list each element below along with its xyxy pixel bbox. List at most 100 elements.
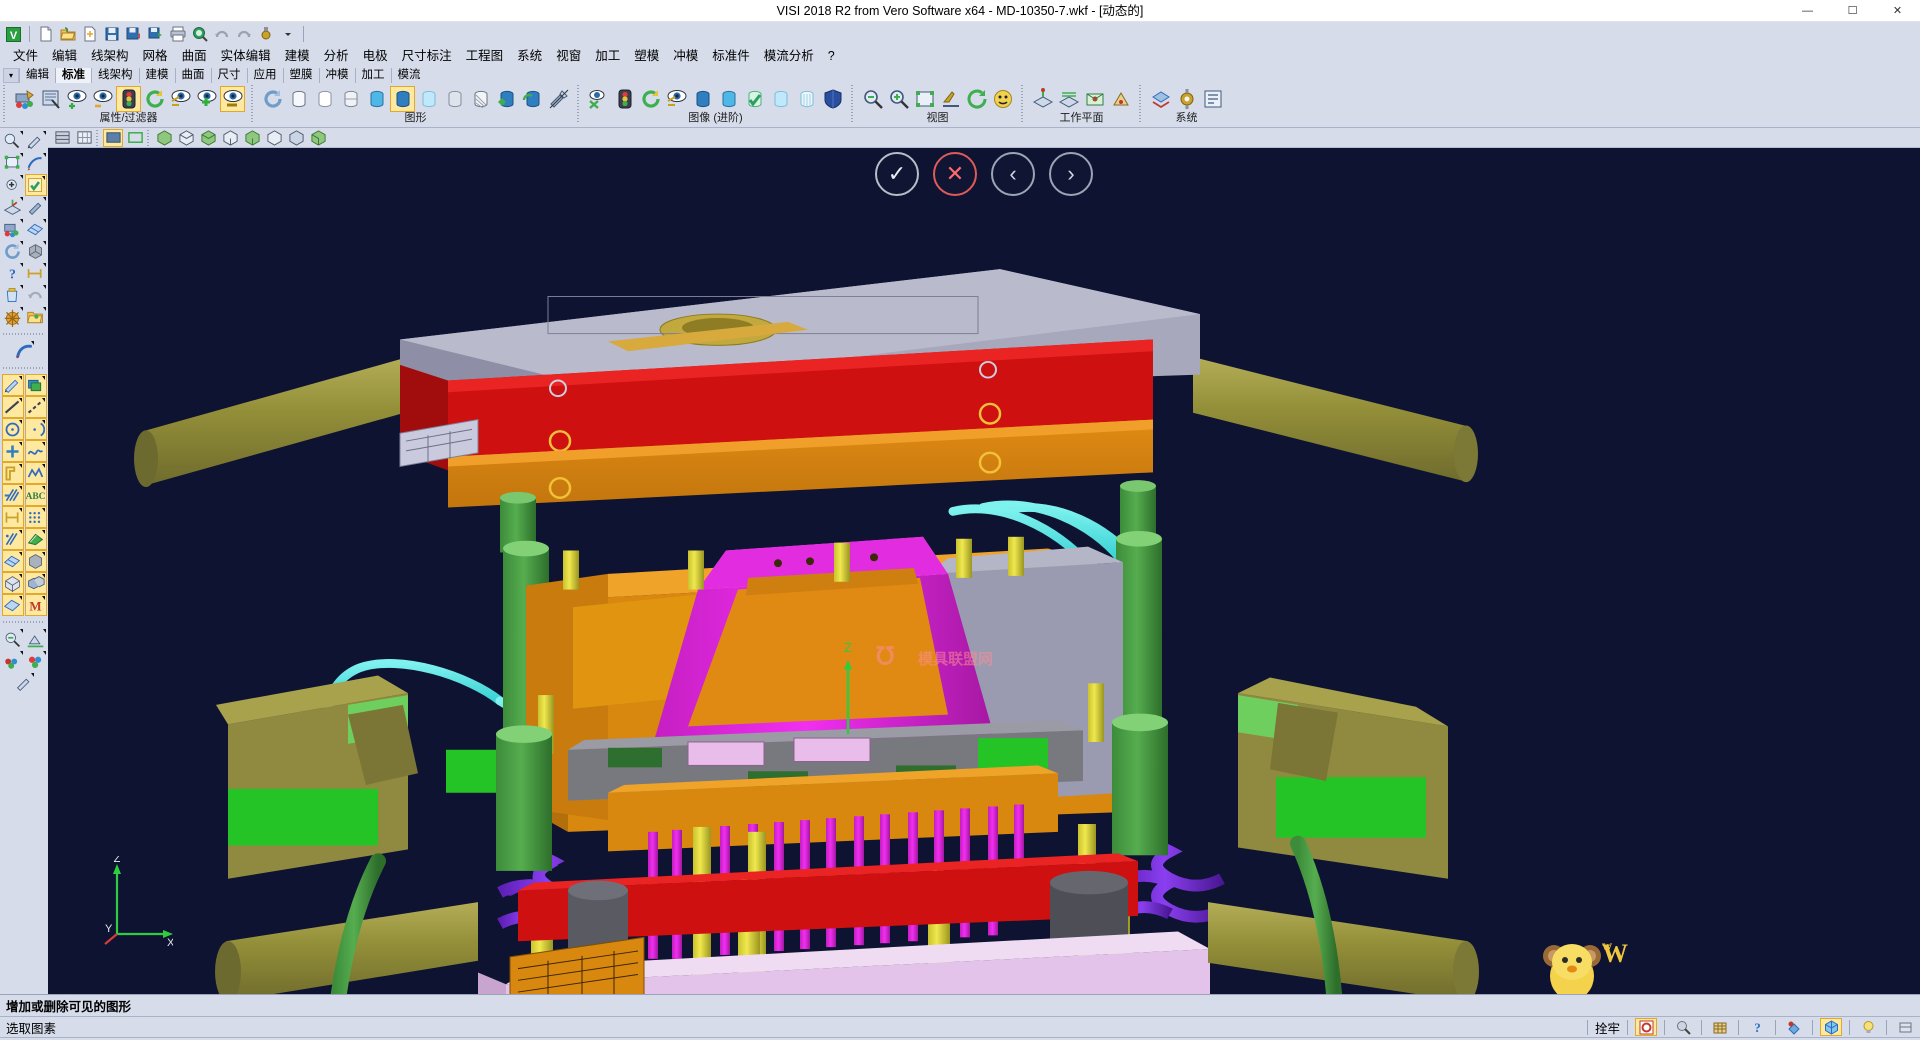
text-icon[interactable]: ABC: [25, 484, 47, 506]
add-visible-icon[interactable]: [194, 86, 219, 112]
shade-quality-icon[interactable]: [494, 86, 519, 112]
view-wire-icon[interactable]: [125, 129, 145, 147]
ribbon-tab-8[interactable]: 冲模: [319, 68, 355, 83]
show-entity-icon[interactable]: [64, 86, 89, 112]
workplane-define-icon[interactable]: [1030, 86, 1055, 112]
menu-item-18[interactable]: ?: [821, 46, 842, 66]
export-icon[interactable]: [145, 24, 166, 44]
rgb-color-icon[interactable]: [25, 650, 47, 672]
light-shade-icon[interactable]: [768, 86, 793, 112]
maximize-button[interactable]: ☐: [1830, 0, 1875, 22]
toggle-visibility-icon[interactable]: [168, 86, 193, 112]
workplane-origin-icon[interactable]: [1082, 86, 1107, 112]
surface-create-icon[interactable]: [2, 550, 24, 572]
ribbon-tab-9[interactable]: 加工: [355, 68, 391, 83]
surface-icon[interactable]: [25, 218, 47, 240]
polygon-icon[interactable]: [25, 462, 47, 484]
redo-icon[interactable]: [233, 24, 254, 44]
solid-combine-icon[interactable]: [25, 572, 47, 594]
zoom-fit-icon[interactable]: [912, 86, 937, 112]
arc-icon[interactable]: [25, 418, 47, 440]
wire-shade-icon[interactable]: [794, 86, 819, 112]
ribbon-tab-7[interactable]: 塑膜: [283, 68, 319, 83]
ribbon-group-gripper-5[interactable]: [1138, 85, 1143, 123]
shade-light-icon[interactable]: [416, 86, 441, 112]
new-file-icon[interactable]: [35, 24, 56, 44]
color-attributes-icon[interactable]: [12, 86, 37, 112]
refresh-view-icon[interactable]: [142, 86, 167, 112]
undo-icon[interactable]: [211, 24, 232, 44]
fill-icon[interactable]: [25, 528, 47, 550]
cut-view-icon[interactable]: [586, 86, 611, 112]
view-bottom-icon[interactable]: [286, 129, 306, 147]
zoom-window-icon[interactable]: [860, 86, 885, 112]
entity-filter-icon[interactable]: [38, 86, 63, 112]
view-back-icon[interactable]: [264, 129, 284, 147]
zoom-all-icon[interactable]: [886, 86, 911, 112]
print-icon[interactable]: [167, 24, 188, 44]
polyline-icon[interactable]: [25, 396, 47, 418]
menu-item-15[interactable]: 冲模: [666, 46, 705, 66]
save-icon[interactable]: [101, 24, 122, 44]
ribbon-tab-2[interactable]: 线架构: [91, 68, 139, 83]
solid-icon[interactable]: [25, 240, 47, 262]
shade-solid-icon[interactable]: [390, 86, 415, 112]
attributes-icon[interactable]: [2, 218, 24, 240]
view-list-icon[interactable]: [52, 129, 72, 147]
ribbon-tab-0[interactable]: 编辑: [19, 68, 55, 83]
pipe-curve-icon[interactable]: [13, 340, 35, 362]
line-icon[interactable]: [2, 396, 24, 418]
blue-shade-icon[interactable]: [716, 86, 741, 112]
zoom-tool-icon[interactable]: [2, 130, 24, 152]
confirm-check-icon[interactable]: [25, 174, 47, 196]
dimension-linear-icon[interactable]: [2, 506, 24, 528]
shade-down-icon[interactable]: [820, 86, 845, 112]
view-front-icon[interactable]: [176, 129, 196, 147]
workplane-axis-icon[interactable]: [2, 196, 24, 218]
view-grid-icon[interactable]: [74, 129, 94, 147]
hidden-line-icon[interactable]: [338, 86, 363, 112]
workplane-align-icon[interactable]: [1108, 86, 1133, 112]
analysis-icon[interactable]: [2, 628, 24, 650]
draft-shade-icon[interactable]: [690, 86, 715, 112]
minimize-button[interactable]: —: [1785, 0, 1830, 22]
ribbon-tab-6[interactable]: 应用: [247, 68, 283, 83]
ribbon-group-gripper-2[interactable]: [576, 85, 581, 123]
menu-item-5[interactable]: 实体编辑: [214, 46, 278, 66]
snap-grid-icon[interactable]: [1709, 1018, 1731, 1036]
electrode-icon[interactable]: [25, 628, 47, 650]
close-button[interactable]: ✕: [1875, 0, 1920, 22]
snap-light-icon[interactable]: [1857, 1018, 1879, 1036]
menu-item-10[interactable]: 工程图: [459, 46, 511, 66]
snap-solid-icon[interactable]: [1820, 1018, 1842, 1036]
view-axo-icon[interactable]: [308, 129, 328, 147]
view-iso-icon[interactable]: [154, 129, 174, 147]
rotate-view-icon[interactable]: [964, 86, 989, 112]
view-left-icon[interactable]: [242, 129, 262, 147]
dynamic-view-icon[interactable]: [2, 306, 24, 328]
menu-item-7[interactable]: 分析: [317, 46, 356, 66]
previous-button[interactable]: ‹: [991, 152, 1035, 196]
properties-icon[interactable]: [13, 672, 35, 694]
open-file-icon[interactable]: [57, 24, 78, 44]
spline-icon[interactable]: [25, 440, 47, 462]
ribbon-tab-1[interactable]: 标准: [55, 68, 91, 83]
shade-gray-icon[interactable]: [442, 86, 467, 112]
save-as-icon[interactable]: [123, 24, 144, 44]
delete-icon[interactable]: [2, 284, 24, 306]
menu-item-4[interactable]: 曲面: [175, 46, 214, 66]
menu-item-3[interactable]: 网格: [136, 46, 175, 66]
dimension-icon[interactable]: [25, 262, 47, 284]
pan-icon[interactable]: [938, 86, 963, 112]
view-dynamic-icon[interactable]: [990, 86, 1015, 112]
cad-viewport[interactable]: ✓✕‹›: [48, 148, 1920, 994]
customize-dropdown-icon[interactable]: [277, 24, 298, 44]
config-icon[interactable]: [1174, 86, 1199, 112]
snap-help-icon[interactable]: ?: [1746, 1018, 1768, 1036]
confirm-button[interactable]: ✓: [875, 152, 919, 196]
settings-icon[interactable]: [255, 24, 276, 44]
menu-item-6[interactable]: 建模: [278, 46, 317, 66]
edit-curve-icon[interactable]: [25, 196, 47, 218]
zoom-in-icon[interactable]: [2, 174, 24, 196]
menu-item-2[interactable]: 线架构: [84, 46, 136, 66]
